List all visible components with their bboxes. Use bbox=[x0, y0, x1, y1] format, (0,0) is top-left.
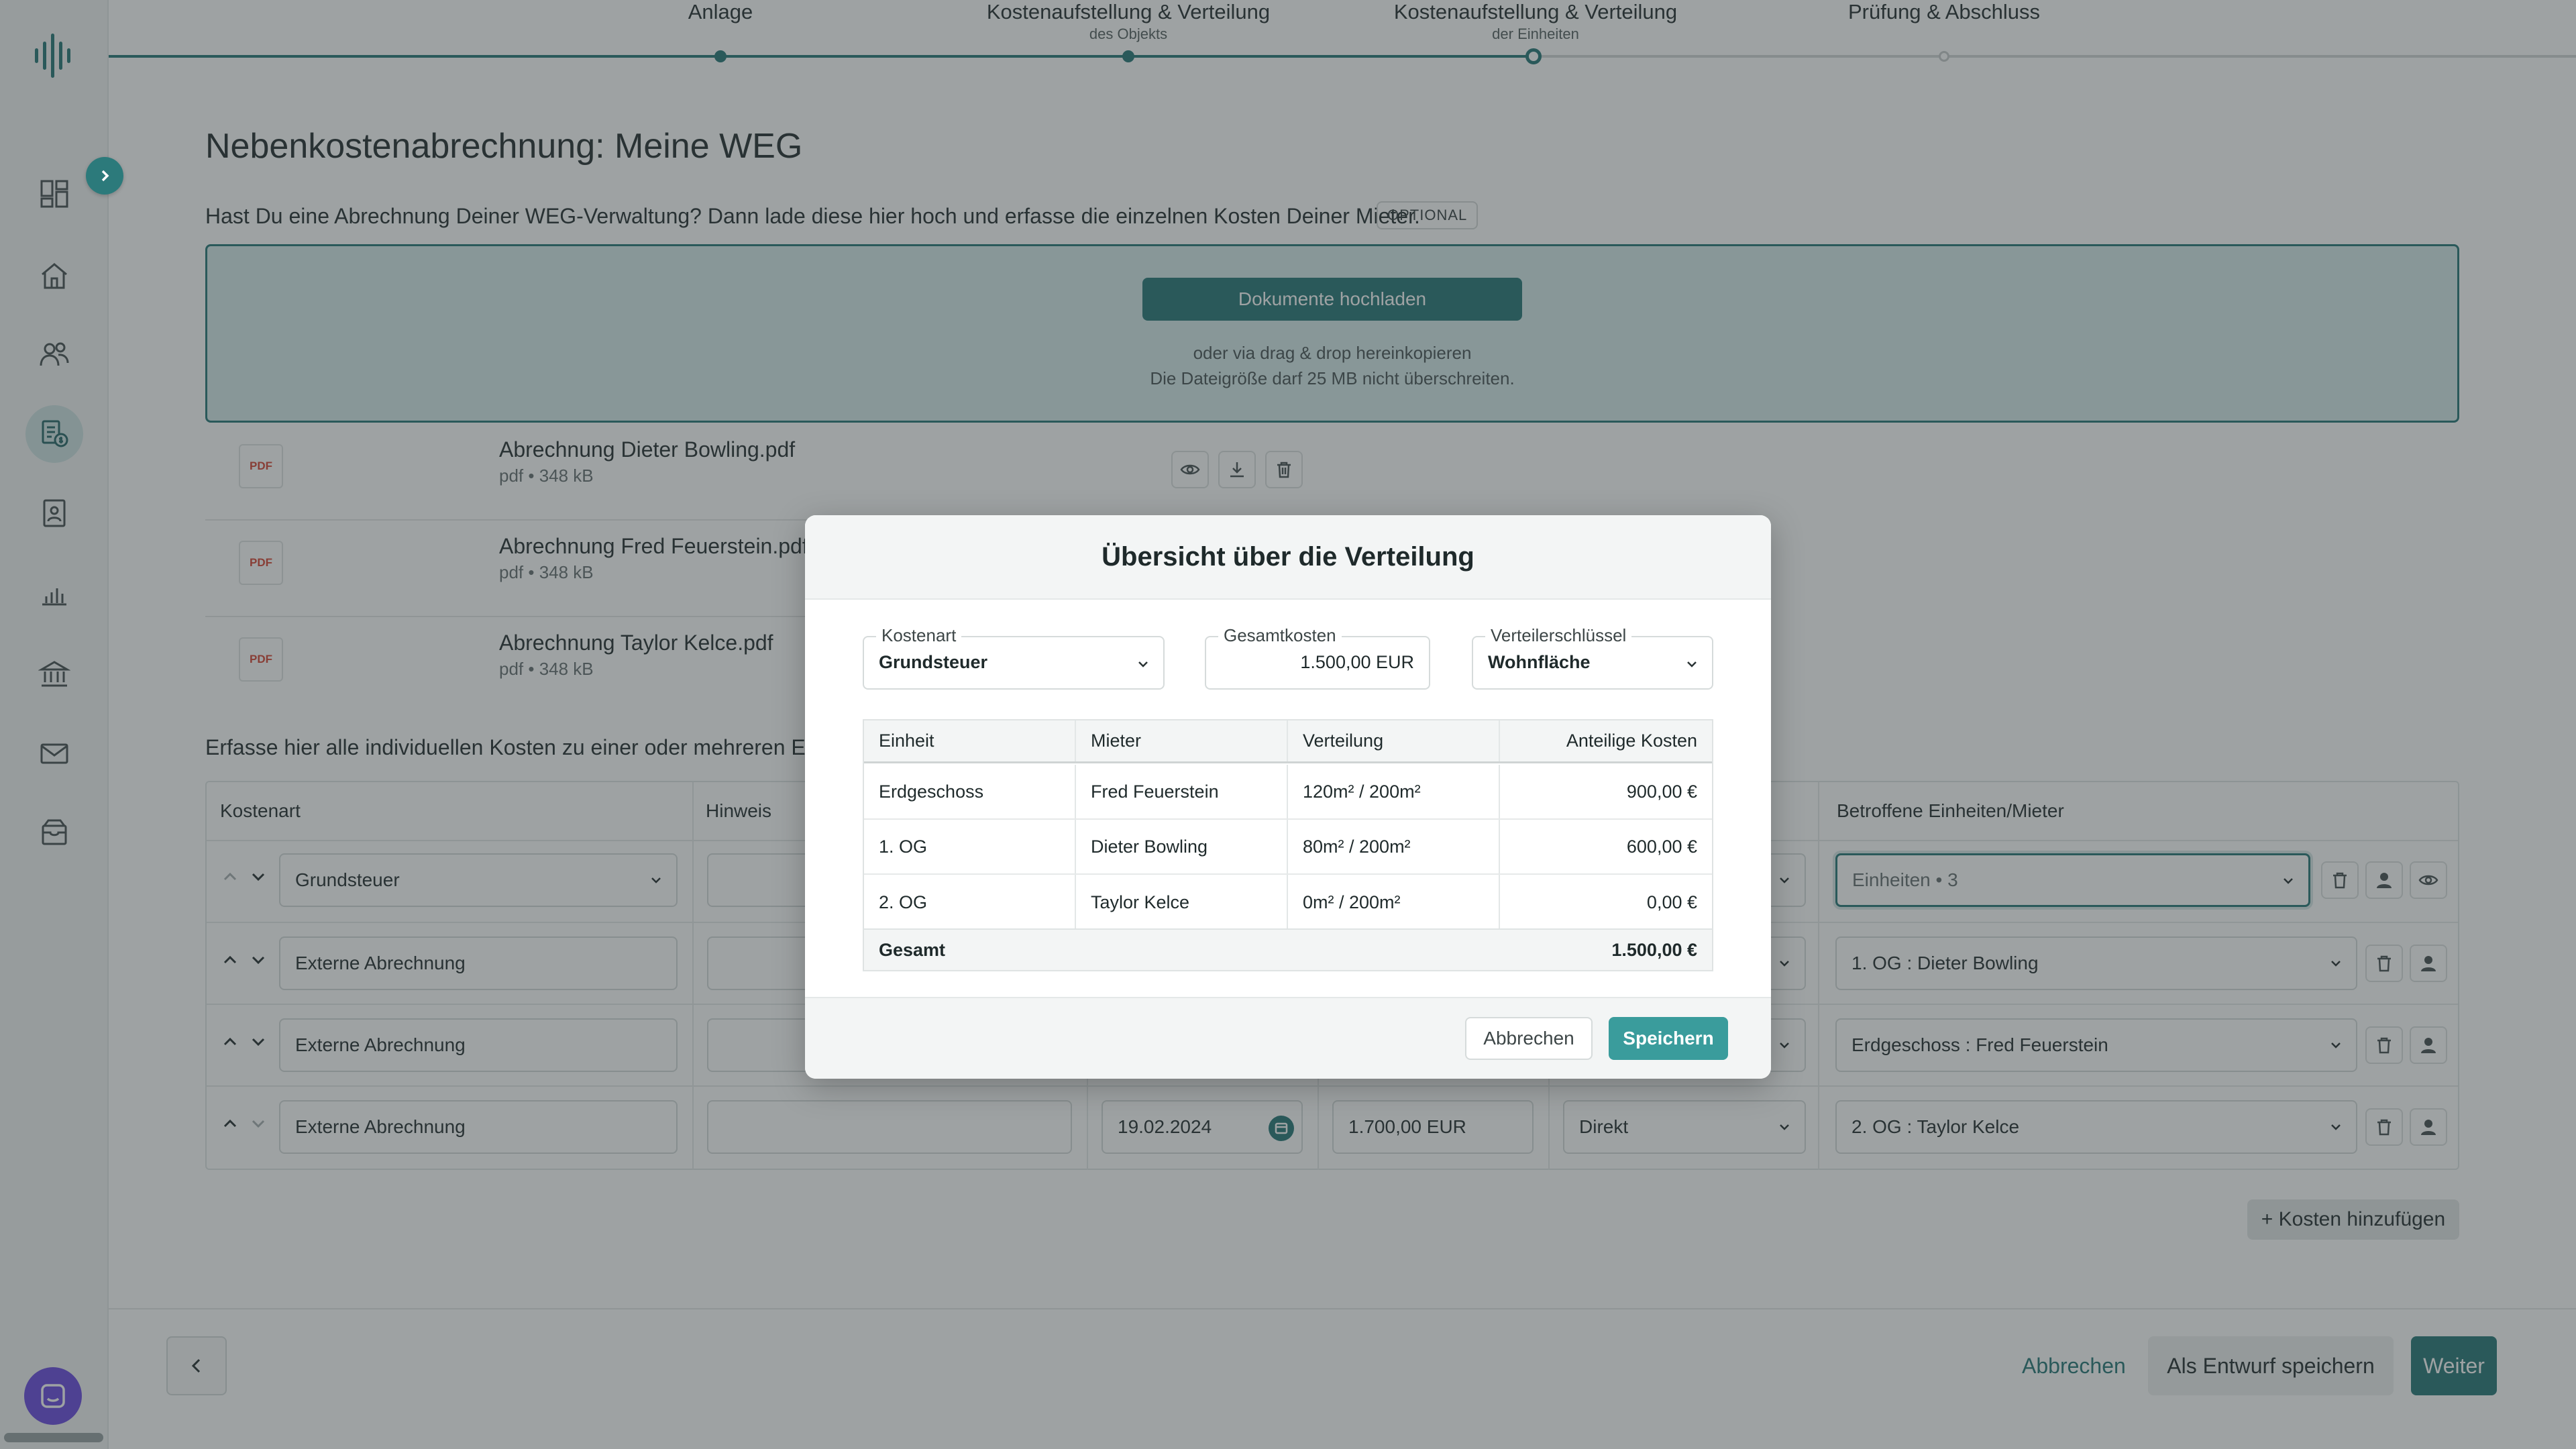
header-verteilung: Verteilung bbox=[1288, 720, 1500, 761]
table-row: 1. OG Dieter Bowling 80m² / 200m² 600,00… bbox=[864, 820, 1712, 875]
table-row: 2. OG Taylor Kelce 0m² / 200m² 0,00 € bbox=[864, 875, 1712, 930]
cell-verteilung: 80m² / 200m² bbox=[1288, 820, 1500, 873]
cell-mieter: Dieter Bowling bbox=[1076, 820, 1288, 873]
modal-gesamtkosten-value: 1.500,00 EUR bbox=[1300, 652, 1414, 672]
cell-mieter: Taylor Kelce bbox=[1076, 875, 1288, 930]
modal-kostenart-value: Grundsteuer bbox=[879, 652, 988, 672]
modal-verteilerschluessel-label: Verteilerschlüssel bbox=[1485, 625, 1632, 646]
modal-gesamtkosten-label: Gesamtkosten bbox=[1218, 625, 1342, 646]
total-label: Gesamt bbox=[879, 939, 946, 960]
table-total-row: Gesamt 1.500,00 € bbox=[864, 928, 1712, 970]
modal-cancel-button[interactable]: Abbrechen bbox=[1465, 1017, 1593, 1060]
distribution-modal: Übersicht über die Verteilung Kostenart … bbox=[805, 515, 1771, 1079]
modal-kostenart-select[interactable]: Kostenart Grundsteuer bbox=[863, 625, 1165, 690]
total-spacer bbox=[1076, 930, 1288, 970]
cell-verteilung: 0m² / 200m² bbox=[1288, 875, 1500, 930]
header-anteilige-kosten: Anteilige Kosten bbox=[1566, 731, 1697, 751]
cell-anteilige-kosten: 0,00 € bbox=[1646, 892, 1697, 912]
modal-save-button[interactable]: Speichern bbox=[1609, 1017, 1728, 1060]
chevron-right-icon bbox=[101, 170, 109, 182]
cell-anteilige-kosten: 900,00 € bbox=[1626, 781, 1697, 802]
table-row: Erdgeschoss Fred Feuerstein 120m² / 200m… bbox=[864, 765, 1712, 820]
total-spacer bbox=[1288, 930, 1500, 970]
modal-title: Übersicht über die Verteilung bbox=[805, 515, 1771, 600]
chevron-down-icon bbox=[1138, 661, 1148, 667]
header-mieter: Mieter bbox=[1076, 720, 1288, 761]
cell-einheit: 2. OG bbox=[864, 875, 1076, 930]
cell-einheit: 1. OG bbox=[864, 820, 1076, 873]
cell-verteilung: 120m² / 200m² bbox=[1288, 765, 1500, 818]
distribution-table: Einheit Mieter Verteilung Anteilige Kost… bbox=[863, 719, 1713, 971]
header-einheit: Einheit bbox=[864, 720, 1076, 761]
total-value: 1.500,00 € bbox=[1611, 939, 1697, 960]
cell-einheit: Erdgeschoss bbox=[864, 765, 1076, 818]
modal-footer: Abbrechen Speichern bbox=[805, 997, 1771, 1079]
cell-mieter: Fred Feuerstein bbox=[1076, 765, 1288, 818]
cell-anteilige-kosten: 600,00 € bbox=[1626, 836, 1697, 857]
modal-verteilerschluessel-value: Wohnfläche bbox=[1488, 652, 1591, 672]
chevron-down-icon bbox=[1687, 661, 1697, 667]
table-header-row: Einheit Mieter Verteilung Anteilige Kost… bbox=[864, 720, 1712, 763]
modal-kostenart-label: Kostenart bbox=[876, 625, 962, 646]
sidebar-toggle-button[interactable] bbox=[86, 157, 123, 195]
modal-verteilerschluessel-select[interactable]: Verteilerschlüssel Wohnfläche bbox=[1472, 625, 1713, 690]
modal-gesamtkosten-input[interactable]: Gesamtkosten 1.500,00 EUR bbox=[1205, 625, 1430, 690]
